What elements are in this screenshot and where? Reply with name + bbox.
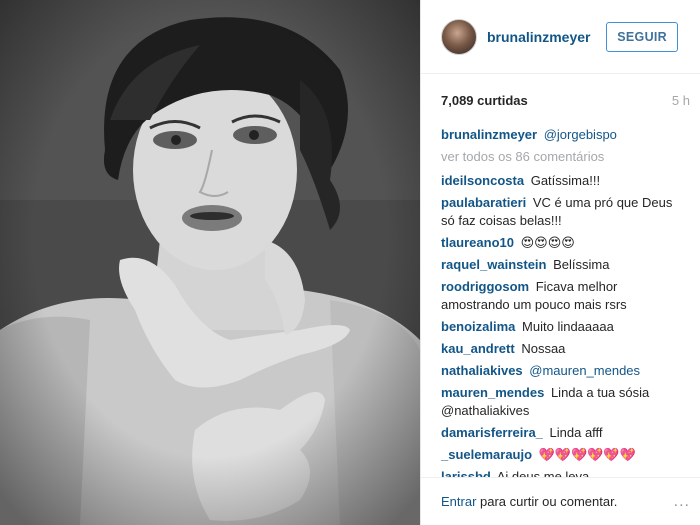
comment: raquel_wainstein Belíssima [441,256,688,274]
post-time[interactable]: 5 h [672,93,690,108]
comment: kau_andrett Nossaa [441,340,688,358]
comment-text[interactable]: @mauren_mendes [529,363,640,378]
comment: nathaliakives @mauren_mendes [441,362,688,380]
post-photo[interactable] [0,0,420,525]
comment: roodriggosom Ficava melhor amostrando um… [441,278,688,314]
more-options-icon[interactable]: ... [674,493,690,511]
comment-username[interactable]: tlaureano10 [441,235,514,250]
comment-username[interactable]: larissbd [441,469,491,477]
comment: tlaureano10 😍😍😍😍 [441,234,688,252]
post-meta: 7,089 curtidas 5 h [421,74,700,126]
comment-text: 😍😍😍😍 [520,235,575,250]
post-details-panel: brunalinzmeyer SEGUIR 7,089 curtidas 5 h… [420,0,700,525]
comment-username[interactable]: nathaliakives [441,363,523,378]
comment-username[interactable]: _suelemaraujo [441,447,532,462]
comment-username[interactable]: ideilsoncosta [441,173,524,188]
comment-username[interactable]: damarisferreira_ [441,425,543,440]
login-prompt-text: para curtir ou comentar. [476,494,618,509]
caption-text[interactable]: @jorgebispo [544,127,617,142]
caption: brunalinzmeyer @jorgebispo [441,126,688,144]
follow-button[interactable]: SEGUIR [606,21,678,52]
comment-username[interactable]: raquel_wainstein [441,257,546,272]
comment: benoizalima Muito lindaaaaa [441,318,688,336]
likes-count[interactable]: 7,089 curtidas [441,93,528,108]
comment: _suelemaraujo 💖💖💖💖💖💖 [441,446,688,464]
comment-text: Muito lindaaaaa [522,319,614,334]
caption-username[interactable]: brunalinzmeyer [441,127,537,142]
comment-username[interactable]: paulabaratieri [441,195,526,210]
comment-text: Belíssima [553,257,610,272]
comment: damarisferreira_ Linda afff [441,424,688,442]
comment: ideilsoncosta Gatíssima!!! [441,172,688,190]
comment-text: 💖💖💖💖💖💖 [538,447,636,462]
comment-username[interactable]: roodriggosom [441,279,529,294]
comment-text: Nossaa [521,341,566,356]
comment-text: Ai deus me leva [496,469,590,477]
comment-username[interactable]: kau_andrett [441,341,515,356]
comment-username[interactable]: mauren_mendes [441,385,544,400]
comment: larissbd Ai deus me leva [441,468,688,477]
login-link[interactable]: Entrar [441,494,476,509]
view-all-comments-link[interactable]: ver todos os 86 comentários [441,148,688,166]
comments-list: brunalinzmeyer @jorgebispo ver todos os … [421,126,700,477]
comment-text: Gatíssima!!! [530,173,601,188]
author-username[interactable]: brunalinzmeyer [487,29,606,45]
comment-text: Linda afff [549,425,603,440]
portrait-image [0,0,420,525]
login-prompt: Entrar para curtir ou comentar. [441,494,617,509]
comment: paulabaratieri VC é uma pró que Deus só … [441,194,688,230]
avatar[interactable] [441,18,477,55]
post-footer: Entrar para curtir ou comentar. ... [421,477,700,525]
comment-username[interactable]: benoizalima [441,319,515,334]
post-header: brunalinzmeyer SEGUIR [421,0,700,74]
instagram-post: brunalinzmeyer SEGUIR 7,089 curtidas 5 h… [0,0,700,525]
comment: mauren_mendes Linda a tua sósia @nathali… [441,384,688,420]
